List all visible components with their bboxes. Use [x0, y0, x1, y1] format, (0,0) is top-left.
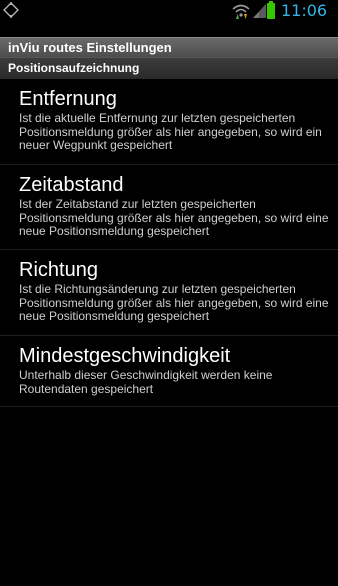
pref-entfernung[interactable]: Entfernung Ist die aktuelle Entfernung z… [0, 79, 338, 165]
battery-icon [267, 1, 275, 19]
pref-summary: Ist der Zeitabstand zur letzten gespeich… [19, 197, 329, 238]
wifi-icon [232, 4, 250, 19]
pref-summary: Ist die Richtungsänderung zur letzten ge… [19, 282, 329, 323]
pref-summary: Unterhalb dieser Geschwindigkeit werden … [19, 368, 273, 396]
title-bar: inViu routes Einstellungen [0, 37, 338, 57]
status-time: 11:06 [281, 1, 328, 20]
pref-zeitabstand[interactable]: Zeitabstand Ist der Zeitabstand zur letz… [0, 165, 338, 250]
pref-richtung[interactable]: Richtung Ist die Richtungsänderung zur l… [0, 250, 338, 336]
category-title: Positionsaufzeichnung [8, 61, 140, 75]
pref-summary: Ist die aktuelle Entfernung zur letzten … [19, 111, 322, 152]
pref-mindestgeschwindigkeit[interactable]: Mindestgeschwindigkeit Unterhalb dieser … [0, 336, 338, 407]
gps-icon [3, 2, 19, 18]
pref-title: Zeitabstand [19, 174, 124, 196]
pref-title: Entfernung [19, 88, 117, 110]
status-bar: 11:06 [0, 0, 338, 22]
signal-icon [253, 4, 266, 18]
category-header: Positionsaufzeichnung [0, 57, 338, 79]
pref-title: Mindestgeschwindigkeit [19, 345, 231, 367]
page-title: inViu routes Einstellungen [8, 40, 172, 55]
pref-title: Richtung [19, 259, 98, 281]
